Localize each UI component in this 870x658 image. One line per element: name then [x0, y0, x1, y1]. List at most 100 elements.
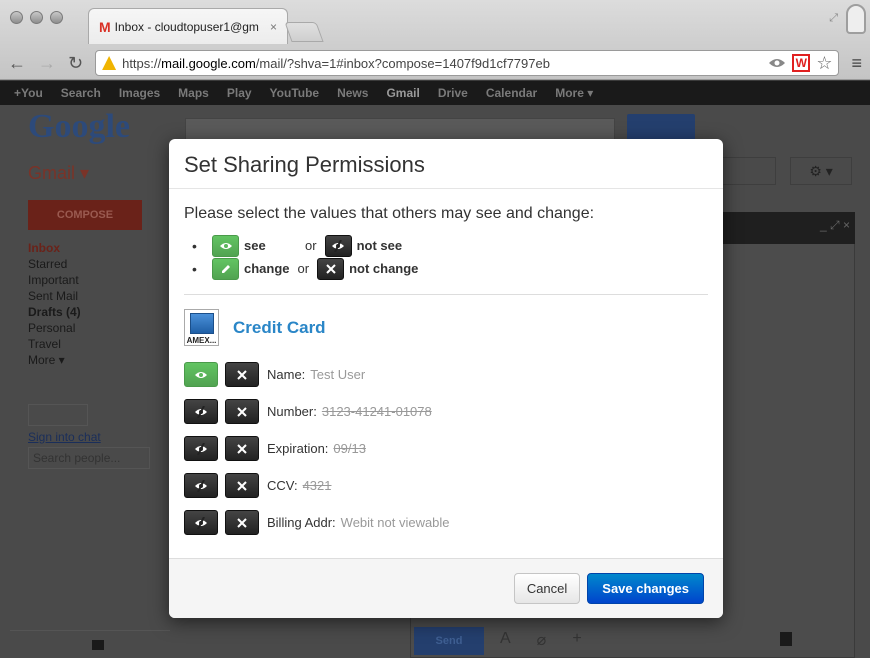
field-value: Webit not viewable — [340, 515, 450, 530]
gbar-item[interactable]: YouTube — [270, 86, 320, 100]
field-row-billing-addr: Billing Addr: Webit not viewable — [184, 504, 708, 541]
trash-icon[interactable] — [780, 632, 792, 646]
gmail-favicon-icon: M — [99, 18, 111, 35]
forward-icon[interactable]: → — [38, 53, 56, 74]
visibility-toggle-eye-slash-icon[interactable] — [184, 473, 218, 498]
amex-logo — [189, 313, 214, 334]
folder-travel[interactable]: Travel — [28, 336, 81, 352]
edit-toggle-crossed-pencil-icon[interactable] — [225, 362, 259, 387]
legend-row-visibility: • see or not see — [192, 234, 708, 257]
pager-buttons[interactable] — [720, 157, 776, 185]
save-changes-button[interactable]: Save changes — [587, 573, 704, 604]
visibility-toggle-eye-slash-icon[interactable] — [184, 436, 218, 461]
field-value: 4321 — [302, 478, 332, 493]
gbar-item[interactable]: +You — [14, 86, 43, 100]
gbar-item-more[interactable]: More ▾ — [555, 86, 593, 100]
dialog-footer: Cancel Save changes — [169, 558, 723, 618]
chat-bubble-icon[interactable] — [92, 640, 104, 650]
url-path: /mail/?shva=1#inbox?compose=1407f9d1cf77… — [255, 55, 550, 71]
url-scheme: https:// — [122, 55, 162, 71]
window-controls — [10, 11, 63, 24]
formatting-icon[interactable]: A — [500, 630, 511, 650]
google-bar: +You Search Images Maps Play YouTube New… — [0, 81, 870, 105]
compose-window-controls[interactable]: _ ⤢ × — [820, 218, 850, 233]
sharing-permissions-dialog: Set Sharing Permissions Please select th… — [169, 139, 723, 618]
folder-personal[interactable]: Personal — [28, 320, 81, 336]
eye-extension-icon[interactable] — [768, 57, 786, 69]
attach-icon[interactable]: ⌀ — [537, 630, 547, 650]
tab-close-icon[interactable]: × — [270, 20, 277, 34]
compose-button[interactable]: COMPOSE — [28, 200, 142, 230]
folder-more[interactable]: More ▾ — [28, 352, 81, 368]
edit-toggle-crossed-pencil-icon[interactable] — [225, 473, 259, 498]
settings-gear-icon[interactable]: ⚙ ▾ — [790, 157, 852, 185]
sign-into-chat-link[interactable]: Sign into chat — [28, 430, 101, 444]
browser-tab[interactable]: M Inbox - cloudtopuser1@gm × — [88, 8, 288, 44]
divider — [184, 294, 708, 295]
address-bar[interactable]: https://mail.google.com/mail/?shva=1#inb… — [95, 50, 840, 76]
minimize-window-button[interactable] — [30, 11, 43, 24]
gbar-item-gmail[interactable]: Gmail — [386, 86, 419, 100]
permission-fields: Name: Test User Number: 3123-41241-01078 — [184, 356, 708, 541]
zoom-window-button[interactable] — [50, 11, 63, 24]
field-value: 09/13 — [333, 441, 366, 456]
back-icon[interactable]: ← — [8, 53, 26, 74]
folder-important[interactable]: Important — [28, 272, 81, 288]
permissions-legend: • see or not see • change or not change — [184, 234, 708, 280]
chat-status-dropdown[interactable] — [28, 404, 88, 426]
folder-list: Inbox Starred Important Sent Mail Drafts… — [28, 240, 81, 368]
reload-icon[interactable]: ↻ — [68, 53, 83, 74]
field-label: Name: — [267, 367, 306, 382]
gbar-item[interactable]: Images — [119, 86, 160, 100]
edit-toggle-crossed-pencil-icon[interactable] — [225, 436, 259, 461]
field-row-number: Number: 3123-41241-01078 — [184, 393, 708, 430]
credit-card-title[interactable]: Credit Card — [233, 318, 326, 338]
field-value: 3123-41241-01078 — [321, 404, 432, 419]
legend-change: change — [244, 261, 290, 276]
security-warning-icon[interactable] — [102, 56, 117, 70]
dialog-body: Please select the values that others may… — [169, 189, 723, 541]
change-pencil-icon — [212, 257, 239, 280]
field-row-name: Name: Test User — [184, 356, 708, 393]
edit-toggle-crossed-pencil-icon[interactable] — [225, 399, 259, 424]
field-row-expiration: Expiration: 09/13 — [184, 430, 708, 467]
folder-inbox[interactable]: Inbox — [28, 240, 81, 256]
gbar-item[interactable]: Calendar — [486, 86, 537, 100]
send-button[interactable]: Send — [414, 627, 484, 655]
gbar-item[interactable]: Maps — [178, 86, 209, 100]
bullet: • — [192, 260, 197, 277]
google-logo[interactable]: Google — [28, 108, 130, 146]
gbar-item[interactable]: Play — [227, 86, 252, 100]
folder-sent[interactable]: Sent Mail — [28, 288, 81, 304]
new-tab-button[interactable] — [284, 22, 324, 42]
gbar-item[interactable]: Search — [61, 86, 101, 100]
gbar-item[interactable]: News — [337, 86, 368, 100]
legend-row-editability: • change or not change — [192, 257, 708, 280]
bookmark-star-icon[interactable]: ☆ — [816, 53, 832, 74]
field-label: Number: — [267, 404, 317, 419]
gbar-item[interactable]: Drive — [438, 86, 468, 100]
extension-w-icon[interactable]: W — [792, 54, 811, 72]
search-people-input[interactable]: Search people... — [28, 447, 150, 469]
folder-drafts[interactable]: Drafts (4) — [28, 304, 81, 320]
fullscreen-icon[interactable]: ⤢ — [829, 12, 838, 25]
field-label: CCV: — [267, 478, 298, 493]
edit-toggle-crossed-pencil-icon[interactable] — [225, 510, 259, 535]
browser-toolbar: ← → ↻ https://mail.google.com/mail/?shva… — [0, 46, 870, 80]
gmail-menu-label[interactable]: Gmail ▾ — [28, 163, 89, 184]
not-see-eye-slash-icon — [324, 234, 352, 257]
url-host: mail.google.com — [161, 55, 256, 71]
see-eye-icon — [212, 234, 239, 257]
legend-not-change: not change — [349, 261, 419, 276]
folder-starred[interactable]: Starred — [28, 256, 81, 272]
browser-menu-icon[interactable]: ≡ — [851, 53, 862, 74]
visibility-toggle-eye-slash-icon[interactable] — [184, 510, 218, 535]
close-window-button[interactable] — [10, 11, 23, 24]
visibility-toggle-eye-slash-icon[interactable] — [184, 399, 218, 424]
visibility-toggle-eye-icon[interactable] — [184, 362, 218, 387]
field-row-ccv: CCV: 4321 — [184, 467, 708, 504]
insert-plus-icon[interactable]: + — [572, 630, 581, 650]
profile-icon[interactable] — [846, 4, 866, 34]
sidebar-footer — [10, 630, 170, 658]
cancel-button[interactable]: Cancel — [513, 573, 581, 604]
